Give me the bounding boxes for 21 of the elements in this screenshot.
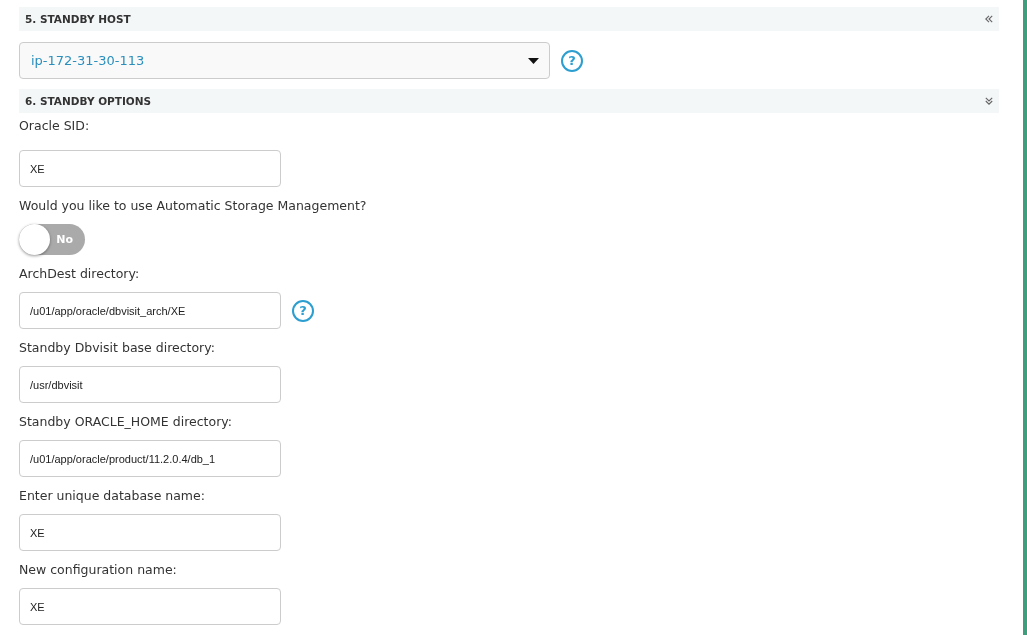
field-label: ArchDest directory: [19,265,141,283]
text-field[interactable]: XE [19,588,281,625]
field-label: Oracle SID: [19,117,91,135]
text-field[interactable]: /usr/dbvisit [19,366,281,403]
host-dropdown[interactable]: ip-172-31-30-113 [19,42,550,79]
section-title: 5. STANDBY HOST [25,13,131,25]
text-field[interactable]: XE [19,150,281,187]
text-field[interactable]: /u01/app/oracle/dbvisit_arch/XE [19,292,281,329]
field-label: Enter unique database name: [19,487,206,505]
chevron-left-icon[interactable] [985,15,993,23]
field-label: Would you like to use Automatic Storage Management? [19,197,368,215]
section-header[interactable]: 6. STANDBY OPTIONS [19,89,999,113]
caret-icon[interactable] [528,57,539,64]
field-label: Standby Dbvisit base directory: [19,339,216,357]
section-header[interactable]: 5. STANDBY HOST [19,7,999,31]
chevron-down-icon[interactable] [985,97,993,105]
field-label: New configuration name: [19,561,178,579]
text-field[interactable]: /u01/app/oracle/product/11.2.0.4/db_1 [19,440,281,477]
field-label: Standby ORACLE_HOME directory: [19,413,233,431]
text-field[interactable]: XE [19,514,281,551]
section-title: 6. STANDBY OPTIONS [25,95,152,107]
